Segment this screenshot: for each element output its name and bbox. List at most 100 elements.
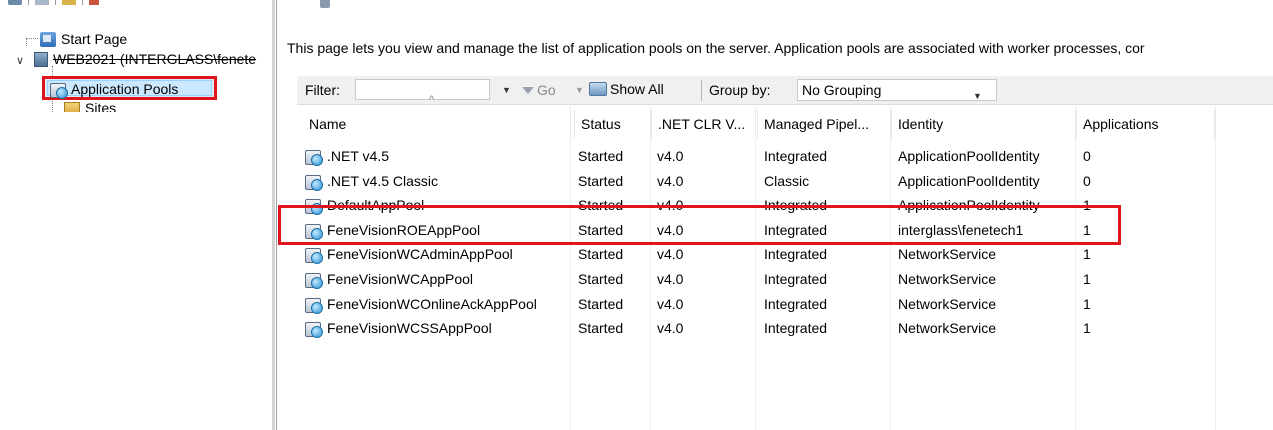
table-row[interactable]: FeneVisionWCSSAppPool Started v4.0 Integrat… bbox=[297, 316, 1273, 340]
table-row[interactable]: .NET v4.5 Classic Started v4.0 Classic Appli… bbox=[297, 169, 1273, 193]
tree-item-sites[interactable]: › Sites bbox=[44, 102, 116, 112]
cell-name: DefaultAppPool bbox=[305, 193, 567, 217]
table-row[interactable]: FeneVisionROEAppPool Started v4.0 Integrate… bbox=[297, 218, 1273, 242]
column-header-clr[interactable]: .NET CLR V... bbox=[652, 110, 758, 138]
cell-pipeline: Integrated bbox=[764, 197, 828, 214]
app-pool-name: .NET v4.5 bbox=[327, 148, 389, 164]
connections-tree-pane: Start Page ∨ WEB2021 (INTERGLASS\fenete A… bbox=[0, 0, 277, 430]
tree-item-server[interactable]: ∨ WEB2021 (INTERGLASS\fenete bbox=[16, 50, 272, 70]
column-header-applications[interactable]: Applications bbox=[1077, 110, 1215, 138]
cell-status: Started bbox=[578, 246, 624, 263]
toolbar-separator bbox=[28, 0, 29, 5]
cell-name: FeneVisionWCAppPool bbox=[305, 267, 567, 291]
start-page-icon bbox=[40, 32, 56, 47]
server-icon bbox=[34, 52, 48, 67]
cell-apps: 1 bbox=[1083, 246, 1091, 263]
column-header-pipeline[interactable]: Managed Pipel... bbox=[758, 110, 892, 138]
table-row[interactable]: FeneVisionWCOnlineAckAppPool Started v4.0 I… bbox=[297, 292, 1273, 316]
cell-identity: interglass\fenetech1 bbox=[898, 221, 1024, 238]
tree-connector bbox=[26, 38, 27, 46]
chevron-down-icon: ▼ bbox=[973, 91, 982, 101]
toolbar-separator bbox=[701, 80, 702, 101]
cell-name: .NET v4.5 bbox=[305, 144, 567, 168]
app-pool-icon bbox=[305, 148, 323, 166]
cell-status: Started bbox=[578, 320, 624, 337]
cell-pipeline: Integrated bbox=[764, 271, 828, 287]
cell-apps: 1 bbox=[1083, 197, 1091, 214]
group-by-value: No Grouping bbox=[802, 82, 882, 98]
cell-clr: v4.0 bbox=[657, 221, 684, 238]
table-row[interactable]: DefaultAppPool Started v4.0 Integrated Appli… bbox=[297, 193, 1273, 217]
app-pools-list[interactable]: ^ Name Status .NET CLR V... Managed Pipe… bbox=[297, 94, 1273, 430]
cell-status: Started bbox=[578, 172, 624, 189]
cell-clr: v4.0 bbox=[657, 271, 684, 287]
cell-pipeline: Integrated bbox=[764, 246, 828, 263]
tree-item-start-page[interactable]: Start Page bbox=[40, 30, 127, 48]
pane-splitter[interactable] bbox=[272, 0, 275, 430]
show-all-label: Show All bbox=[610, 81, 664, 97]
cell-clr: v4.0 bbox=[657, 172, 684, 189]
tree-item-application-pools[interactable]: Application Pools bbox=[42, 76, 217, 100]
go-dropdown-icon[interactable]: ▼ bbox=[575, 85, 584, 95]
filter-input[interactable] bbox=[355, 79, 490, 100]
cell-identity: NetworkService bbox=[898, 271, 997, 287]
show-all-icon bbox=[589, 82, 607, 96]
sort-ascending-icon: ^ bbox=[429, 94, 435, 106]
expand-chevron-icon[interactable]: › bbox=[44, 109, 54, 112]
cell-clr: v4.0 bbox=[657, 148, 684, 164]
group-by-label: Group by: bbox=[709, 82, 771, 98]
save-icon[interactable] bbox=[35, 0, 49, 5]
selected-node-highlight: Application Pools bbox=[47, 80, 212, 99]
cell-identity: NetworkService bbox=[898, 320, 997, 337]
cell-name: FeneVisionWCOnlineAckAppPool bbox=[305, 292, 567, 316]
cell-clr: v4.0 bbox=[657, 320, 684, 337]
table-row[interactable]: FeneVisionWCAdminAppPool Started v4.0 Integ… bbox=[297, 242, 1273, 266]
cell-status: Started bbox=[578, 197, 624, 214]
cell-status: Started bbox=[578, 148, 624, 164]
collapse-chevron-icon[interactable]: ∨ bbox=[16, 52, 26, 70]
app-pool-icon bbox=[305, 222, 323, 240]
tree-toolbar bbox=[8, 0, 105, 14]
go-button[interactable]: Go bbox=[522, 82, 556, 98]
app-pool-icon bbox=[50, 81, 68, 99]
show-all-button[interactable]: Show All bbox=[589, 81, 664, 97]
app-pool-name: FeneVisionWCSSAppPool bbox=[327, 320, 492, 337]
filter-toolbar: Filter: ▼ Go ▼ Show All Group by: No Gro… bbox=[297, 76, 1273, 105]
disconnect-icon[interactable] bbox=[89, 0, 99, 5]
cell-pipeline: Classic bbox=[764, 172, 810, 189]
tree-item-label: Application Pools bbox=[71, 81, 179, 97]
cell-status: Started bbox=[578, 295, 624, 312]
cell-name: FeneVisionWCSSAppPool bbox=[305, 316, 567, 340]
filter-label: Filter: bbox=[305, 82, 340, 98]
folder-icon[interactable] bbox=[62, 0, 76, 5]
app-pool-name: .NET v4.5 Classic bbox=[327, 172, 438, 189]
cell-pipeline: Integrated bbox=[764, 295, 828, 312]
app-pool-name: FeneVisionWCAdminAppPool bbox=[327, 246, 513, 263]
funnel-icon bbox=[522, 87, 534, 94]
connect-icon[interactable] bbox=[8, 0, 22, 5]
table-row[interactable]: FeneVisionWCAppPool Started v4.0 Integrated… bbox=[297, 267, 1273, 291]
app-pool-icon bbox=[305, 271, 323, 289]
cell-pipeline: Integrated bbox=[764, 221, 828, 238]
app-pool-name: DefaultAppPool bbox=[327, 197, 425, 214]
cell-clr: v4.0 bbox=[657, 197, 684, 214]
cell-name: .NET v4.5 Classic bbox=[305, 169, 567, 193]
column-header-identity[interactable]: Identity bbox=[892, 110, 1077, 138]
features-view-pane: This page lets you view and manage the l… bbox=[277, 0, 1273, 430]
cell-name: FeneVisionWCAdminAppPool bbox=[305, 242, 567, 266]
cell-apps: 1 bbox=[1083, 295, 1091, 312]
toolbar-separator bbox=[82, 0, 83, 5]
column-header-status[interactable]: Status bbox=[575, 110, 652, 138]
cell-identity: NetworkService bbox=[898, 246, 997, 263]
app-pool-icon bbox=[305, 173, 323, 191]
filter-dropdown-icon[interactable]: ▼ bbox=[502, 85, 511, 95]
toolbar-separator bbox=[55, 0, 56, 5]
app-pool-icon bbox=[305, 296, 323, 314]
page-description: This page lets you view and manage the l… bbox=[287, 40, 1145, 56]
group-by-select[interactable]: No Grouping ▼ bbox=[797, 79, 997, 101]
table-row[interactable]: .NET v4.5 Started v4.0 Integrated Applicatio… bbox=[297, 144, 1273, 168]
cell-status: Started bbox=[578, 271, 624, 287]
page-header-icon bbox=[320, 0, 330, 8]
tree-item-label: WEB2021 (INTERGLASS\fenete bbox=[53, 51, 257, 67]
column-header-name[interactable]: Name bbox=[303, 110, 575, 138]
